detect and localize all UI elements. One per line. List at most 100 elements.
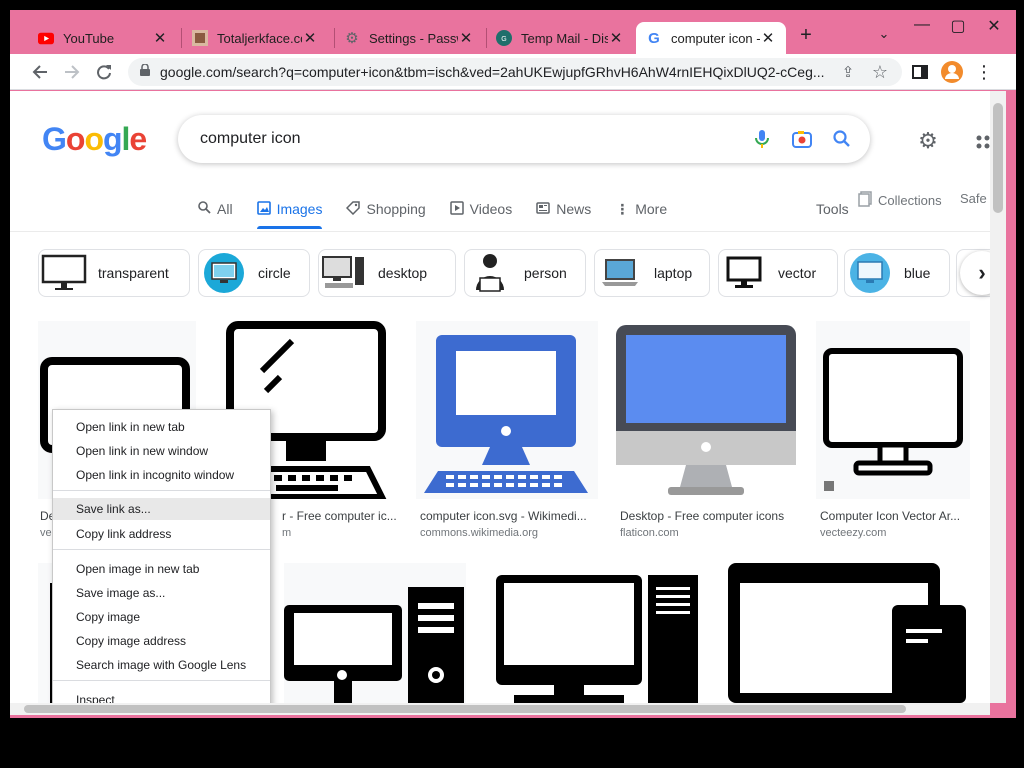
context-menu: Open link in new tab Open link in new wi… xyxy=(52,409,271,703)
chip-blue[interactable]: blue xyxy=(844,249,950,297)
monitor-thumbnail-icon xyxy=(40,250,88,296)
microphone-icon[interactable] xyxy=(742,119,782,159)
tab-news[interactable]: News xyxy=(536,189,591,229)
menu-item-search-google-lens[interactable]: Search image with Google Lens xyxy=(53,654,270,676)
horizontal-scrollbar[interactable] xyxy=(10,703,990,715)
chip-vector[interactable]: vector xyxy=(718,249,838,297)
collections-link[interactable]: Collections xyxy=(858,191,942,210)
scrollbar-thumb[interactable] xyxy=(24,705,906,713)
result-caption[interactable]: Computer Icon Vector Ar... xyxy=(820,509,970,523)
menu-item-save-image-as[interactable]: Save image as... xyxy=(53,582,270,604)
menu-item-open-link-incognito[interactable]: Open link in incognito window xyxy=(53,464,270,486)
google-logo[interactable]: Google xyxy=(42,121,147,158)
bookmark-star-icon[interactable]: ☆ xyxy=(868,60,892,84)
kebab-menu-icon[interactable]: ⋮ xyxy=(972,60,996,84)
desktop-thumbnail-icon xyxy=(320,250,368,296)
menu-item-inspect[interactable]: Inspect xyxy=(53,689,270,703)
tab-temp-mail[interactable]: G Temp Mail - Disp ✕ xyxy=(486,22,634,54)
tab-more[interactable]: ⋮ More xyxy=(615,189,667,229)
result-source[interactable]: vecteezy.com xyxy=(820,527,886,539)
menu-item-save-link-as[interactable]: Save link as... xyxy=(53,498,270,520)
chip-laptop[interactable]: laptop xyxy=(594,249,710,297)
newspaper-icon xyxy=(536,201,550,218)
result-caption[interactable]: Desktop - Free computer icons xyxy=(620,509,798,523)
chip-person[interactable]: person xyxy=(464,249,586,297)
minimize-button[interactable]: — xyxy=(906,16,938,34)
result-source[interactable]: ve xyxy=(40,527,52,539)
side-panel-icon[interactable] xyxy=(908,60,932,84)
chip-desktop[interactable]: desktop xyxy=(318,249,456,297)
image-icon xyxy=(256,200,271,218)
menu-item-open-image-new-tab[interactable]: Open image in new tab xyxy=(53,558,270,580)
menu-item-open-link-new-window[interactable]: Open link in new window xyxy=(53,440,270,462)
result-caption[interactable]: computer icon.svg - Wikimedi... xyxy=(420,509,598,523)
close-icon[interactable]: ✕ xyxy=(152,29,168,47)
tools-button[interactable]: Tools xyxy=(816,201,849,217)
tab-totaljerkface[interactable]: Totaljerkface.co ✕ xyxy=(182,22,328,54)
tab-all[interactable]: All xyxy=(198,189,233,229)
address-bar[interactable]: google.com/search?q=computer+icon&tbm=is… xyxy=(128,58,902,86)
chip-label: desktop xyxy=(378,265,428,281)
menu-item-copy-image[interactable]: Copy image xyxy=(53,606,270,628)
menu-item-copy-link-address[interactable]: Copy link address xyxy=(53,523,270,545)
search-icon xyxy=(198,201,211,217)
tab-search-chevron-icon[interactable]: ⌄ xyxy=(868,26,900,42)
close-icon[interactable]: ✕ xyxy=(302,29,318,47)
tab-strip: YouTube ✕ Totaljerkface.co ✕ ⚙ Settings … xyxy=(10,10,1016,54)
image-result-5[interactable]: Computer Icon Vector Ar... vecteezy.com xyxy=(816,321,970,543)
avatar[interactable] xyxy=(940,60,964,84)
back-button[interactable] xyxy=(28,60,52,84)
reload-button[interactable] xyxy=(92,60,116,84)
tab-computer-icon[interactable]: G computer icon - ✕ xyxy=(636,22,786,54)
image-result-7[interactable] xyxy=(284,563,466,703)
vertical-scrollbar[interactable] xyxy=(990,91,1006,703)
search-box[interactable]: computer icon xyxy=(178,115,870,163)
image-result-3[interactable]: computer icon.svg - Wikimedi... commons.… xyxy=(416,321,598,543)
result-source[interactable]: commons.wikimedia.org xyxy=(420,527,538,539)
result-source[interactable]: m xyxy=(282,527,291,539)
tab-title: computer icon - xyxy=(671,30,760,46)
image-result-9[interactable] xyxy=(728,563,970,703)
result-image[interactable] xyxy=(484,563,710,703)
menu-item-open-link-new-tab[interactable]: Open link in new tab xyxy=(53,416,270,438)
result-image[interactable] xyxy=(616,321,798,499)
close-icon[interactable]: ✕ xyxy=(608,29,624,47)
result-image[interactable] xyxy=(816,321,970,499)
menu-item-copy-image-address[interactable]: Copy image address xyxy=(53,630,270,652)
kebab-icon: ⋮ xyxy=(615,200,630,217)
tab-youtube[interactable]: YouTube ✕ xyxy=(28,22,178,54)
search-icon[interactable] xyxy=(822,119,862,159)
tab-images[interactable]: Images xyxy=(256,189,323,229)
google-lens-icon[interactable] xyxy=(782,119,822,159)
tab-label: Images xyxy=(276,201,323,217)
forward-button[interactable] xyxy=(60,60,84,84)
maximize-button[interactable]: ▢ xyxy=(942,16,974,36)
safesearch-link[interactable]: Safe xyxy=(960,191,987,206)
search-input[interactable]: computer icon xyxy=(200,130,742,148)
scrollbar-thumb[interactable] xyxy=(993,103,1003,213)
result-image[interactable] xyxy=(728,563,970,703)
circle-monitor-icon xyxy=(200,250,248,296)
tab-shopping[interactable]: Shopping xyxy=(346,189,426,229)
new-tab-button[interactable]: + xyxy=(790,24,822,47)
result-image[interactable] xyxy=(416,321,598,499)
result-caption[interactable]: r - Free computer ic... xyxy=(282,509,398,523)
apps-grid-icon[interactable] xyxy=(976,135,990,151)
tab-videos[interactable]: Videos xyxy=(449,189,513,229)
tab-label: Videos xyxy=(469,201,513,217)
chip-circle[interactable]: circle xyxy=(198,249,310,297)
image-result-8[interactable] xyxy=(484,563,710,703)
close-icon[interactable]: ✕ xyxy=(760,29,776,47)
tab-settings[interactable]: ⚙ Settings - Passw ✕ xyxy=(334,22,484,54)
url-text: google.com/search?q=computer+icon&tbm=is… xyxy=(160,64,825,80)
play-icon xyxy=(449,200,464,218)
share-icon[interactable]: ⇪ xyxy=(836,60,860,84)
image-result-4[interactable]: Desktop - Free computer icons flaticon.c… xyxy=(616,321,798,543)
result-source[interactable]: flaticon.com xyxy=(620,527,679,539)
close-icon[interactable]: ✕ xyxy=(458,29,474,47)
chip-transparent[interactable]: transparent xyxy=(38,249,190,297)
result-image[interactable] xyxy=(284,563,466,703)
search-type-tabs: All Images Shopping Videos News ⋮ More xyxy=(198,189,691,229)
settings-gear-icon[interactable]: ⚙ xyxy=(916,128,940,153)
close-window-button[interactable]: ✕ xyxy=(978,16,1010,36)
